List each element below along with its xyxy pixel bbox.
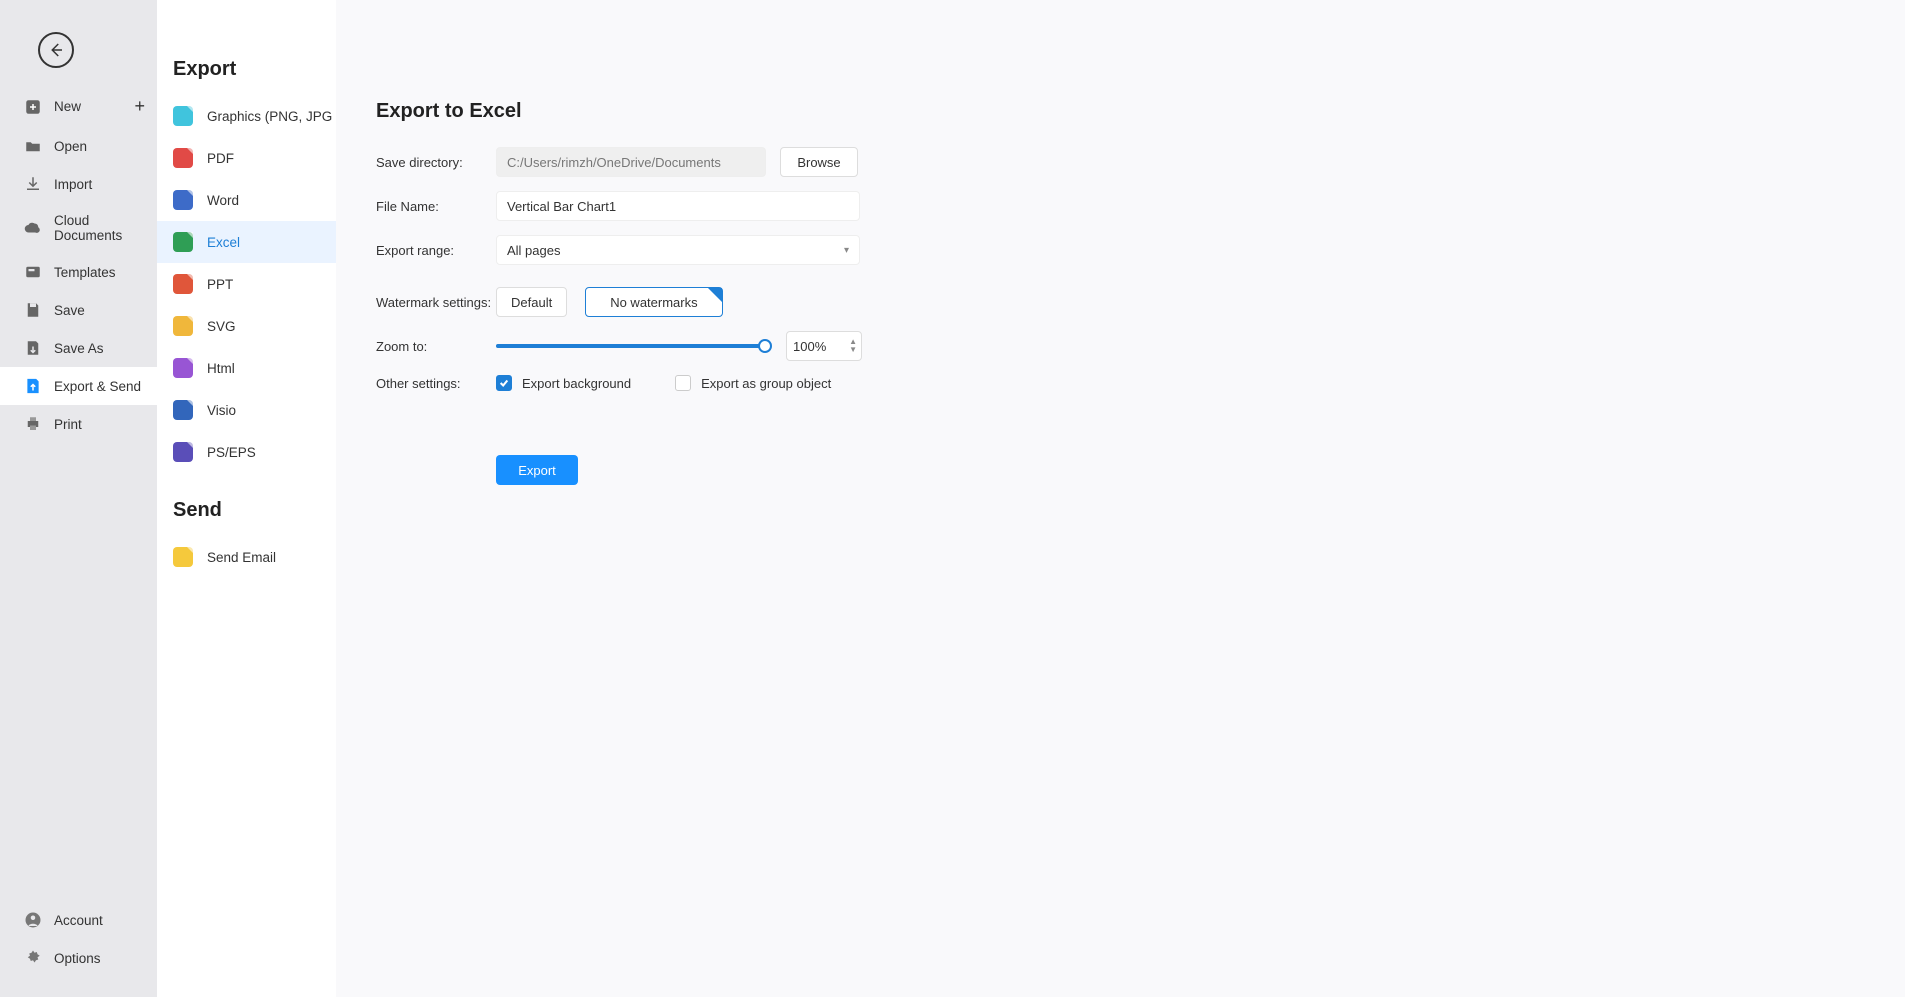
watermark-default-button[interactable]: Default (496, 287, 567, 317)
save-directory-label: Save directory: (376, 155, 496, 170)
gear-icon (24, 949, 42, 967)
save-icon (24, 301, 42, 319)
ppt-file-icon (173, 274, 193, 294)
export-item-excel[interactable]: Excel (157, 221, 336, 263)
browse-button[interactable]: Browse (780, 147, 858, 177)
sidebar-item-cloud[interactable]: Cloud Documents (0, 203, 157, 253)
sidebar-item-save-as[interactable]: Save As (0, 329, 157, 367)
sidebar-item-label: Export & Send (54, 379, 141, 394)
new-icon (24, 98, 42, 116)
export-background-checkbox[interactable] (496, 375, 512, 391)
sidebar-item-label: Save As (54, 341, 104, 356)
check-icon (499, 378, 509, 388)
watermark-none-button[interactable]: No watermarks (585, 287, 722, 317)
sidebar-item-new[interactable]: New + (0, 86, 157, 127)
print-icon (24, 415, 42, 433)
svg-file-icon (173, 316, 193, 336)
zoom-slider[interactable] (496, 331, 766, 361)
email-icon (173, 547, 193, 567)
export-item-label: Word (207, 193, 239, 208)
sidebar-item-label: Import (54, 177, 92, 192)
export-item-graphics[interactable]: Graphics (PNG, JPG et... (157, 95, 336, 137)
file-name-label: File Name: (376, 199, 496, 214)
templates-icon (24, 263, 42, 281)
stepper-icons[interactable]: ▲▼ (849, 338, 857, 354)
excel-file-icon (173, 232, 193, 252)
export-item-label: Excel (207, 235, 240, 250)
export-group-checkbox[interactable] (675, 375, 691, 391)
export-item-label: Html (207, 361, 235, 376)
other-settings-label: Other settings: (376, 376, 496, 391)
sidebar-item-import[interactable]: Import (0, 165, 157, 203)
folder-icon (24, 137, 42, 155)
sidebar-item-label: Save (54, 303, 85, 318)
send-item-label: Send Email (207, 550, 276, 565)
primary-sidebar: New + Open Import Cloud Documents Templa… (0, 0, 157, 997)
export-item-label: PPT (207, 277, 233, 292)
export-item-label: PS/EPS (207, 445, 256, 460)
export-button[interactable]: Export (496, 455, 578, 485)
account-icon (24, 911, 42, 929)
sidebar-item-export-send[interactable]: Export & Send (0, 367, 157, 405)
html-file-icon (173, 358, 193, 378)
slider-fill (496, 344, 766, 348)
sidebar-item-open[interactable]: Open (0, 127, 157, 165)
sidebar-item-account[interactable]: Account (0, 901, 157, 939)
sidebar-item-label: Open (54, 139, 87, 154)
sidebar-item-label: Account (54, 913, 103, 928)
back-button[interactable] (38, 32, 74, 68)
export-item-label: SVG (207, 319, 236, 334)
sidebar-item-label: Print (54, 417, 82, 432)
export-heading: Export (157, 20, 336, 95)
main-panel: Export to Excel Save directory: Browse F… (336, 0, 1905, 997)
export-item-label: Graphics (PNG, JPG et... (207, 109, 336, 124)
export-item-word[interactable]: Word (157, 179, 336, 221)
zoom-label: Zoom to: (376, 339, 496, 354)
import-icon (24, 175, 42, 193)
export-background-label: Export background (522, 376, 631, 391)
send-heading: Send (157, 473, 336, 536)
plus-icon[interactable]: + (134, 96, 145, 117)
export-group-label: Export as group object (701, 376, 831, 391)
watermark-label: Watermark settings: (376, 295, 496, 310)
sidebar-item-options[interactable]: Options (0, 939, 157, 977)
export-item-label: Visio (207, 403, 236, 418)
zoom-value-input[interactable]: 100% ▲▼ (786, 331, 862, 361)
visio-file-icon (173, 400, 193, 420)
export-item-svg[interactable]: SVG (157, 305, 336, 347)
export-range-label: Export range: (376, 243, 496, 258)
export-range-value: All pages (507, 243, 560, 258)
pdf-file-icon (173, 148, 193, 168)
secondary-sidebar: Export Graphics (PNG, JPG et... PDF Word… (157, 0, 336, 997)
export-item-pdf[interactable]: PDF (157, 137, 336, 179)
word-file-icon (173, 190, 193, 210)
export-range-select[interactable]: All pages ▾ (496, 235, 860, 265)
sidebar-item-label: New (54, 99, 81, 114)
export-icon (24, 377, 42, 395)
export-item-ppt[interactable]: PPT (157, 263, 336, 305)
arrow-left-icon (47, 41, 65, 59)
export-item-label: PDF (207, 151, 234, 166)
export-item-html[interactable]: Html (157, 347, 336, 389)
chevron-down-icon: ▾ (844, 245, 849, 256)
sidebar-item-print[interactable]: Print (0, 405, 157, 443)
page-title: Export to Excel (376, 100, 1865, 123)
export-item-pseps[interactable]: PS/EPS (157, 431, 336, 473)
sidebar-item-label: Templates (54, 265, 116, 280)
zoom-value: 100% (793, 339, 826, 354)
ps-file-icon (173, 442, 193, 462)
send-item-email[interactable]: Send Email (157, 536, 336, 578)
sidebar-item-templates[interactable]: Templates (0, 253, 157, 291)
slider-thumb[interactable] (758, 339, 772, 353)
cloud-icon (24, 219, 42, 237)
sidebar-item-label: Options (54, 951, 101, 966)
save-directory-input[interactable] (496, 147, 766, 177)
sidebar-item-label: Cloud Documents (54, 213, 149, 243)
save-as-icon (24, 339, 42, 357)
export-item-visio[interactable]: Visio (157, 389, 336, 431)
file-name-input[interactable] (496, 191, 860, 221)
sidebar-item-save[interactable]: Save (0, 291, 157, 329)
graphics-file-icon (173, 106, 193, 126)
